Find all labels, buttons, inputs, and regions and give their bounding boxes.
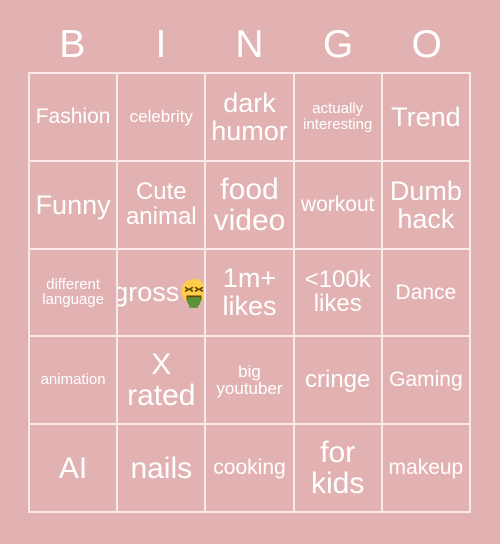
bingo-cell-label: X rated [127, 348, 196, 413]
bingo-cell-label: for kids [311, 435, 365, 501]
header-letter-n: N [235, 22, 264, 66]
bingo-cell-label: Cute animal [125, 177, 197, 230]
bingo-cell-label: workout [300, 192, 375, 216]
bingo-card: B I N G O Fashion celebrity dark humor actu… [0, 0, 500, 544]
bingo-cell[interactable]: Gaming [382, 337, 471, 426]
bingo-cell[interactable]: Fashion [30, 74, 119, 162]
header-letter-o: O [411, 22, 442, 66]
bingo-cell-label: cringe [305, 365, 371, 393]
bingo-cell[interactable]: Funny [30, 161, 119, 250]
bingo-cell-label: nails [130, 451, 193, 485]
bingo-cell-label: dark humor [211, 87, 288, 146]
bingo-cell[interactable]: Dance [382, 249, 471, 338]
bingo-cell[interactable]: gross [118, 249, 207, 338]
bingo-cell-label: actually interesting [303, 100, 373, 133]
bingo-cell[interactable]: X rated [118, 337, 207, 426]
bingo-cell-label: big youtuber [216, 361, 283, 399]
bingo-cell[interactable]: AI [30, 425, 119, 513]
bingo-cell[interactable]: actually interesting [294, 74, 383, 162]
header-letter-b: B [59, 22, 86, 66]
bingo-cell-label: food video [213, 172, 286, 237]
header-letter-g: G [322, 22, 354, 66]
bingo-cell[interactable]: <100k likes [294, 249, 383, 338]
bingo-cell[interactable]: cooking [206, 425, 295, 513]
bingo-header: B I N G O [28, 18, 471, 70]
bingo-cell-label: gross [118, 277, 180, 308]
bingo-cell[interactable]: food video [206, 161, 295, 250]
bingo-cell-label: 1m+ likes [222, 263, 277, 322]
face-vomiting-icon [179, 278, 205, 309]
bingo-cell[interactable]: dark humor [206, 74, 295, 162]
bingo-cell-label: Gaming [389, 368, 463, 392]
bingo-cell[interactable]: animation [30, 337, 119, 426]
bingo-cell-label: <100k likes [304, 265, 371, 318]
bingo-cell[interactable]: cringe [294, 337, 383, 426]
bingo-cell-label: Dance [395, 280, 457, 304]
bingo-cell-label: different language [42, 275, 104, 309]
bingo-cell-label: Dumb hack [389, 175, 462, 234]
bingo-cell[interactable]: Cute animal [118, 161, 207, 250]
header-letter-i: I [155, 22, 167, 66]
bingo-grid: Fashion celebrity dark humor actually inter… [28, 72, 471, 513]
bingo-cell-label: Funny [35, 189, 111, 220]
bingo-cell-label: AI [58, 451, 88, 485]
bingo-cell[interactable]: Dumb hack [382, 161, 471, 250]
bingo-cell[interactable]: big youtuber [206, 337, 295, 426]
bingo-cell[interactable]: 1m+ likes [206, 249, 295, 338]
bingo-cell[interactable]: different language [30, 249, 119, 338]
bingo-cell-label: makeup [388, 456, 464, 480]
bingo-cell-label: Fashion [35, 104, 111, 128]
bingo-cell-label: animation [40, 371, 106, 389]
bingo-cell-label: cooking [213, 456, 286, 480]
bingo-cell-label: Trend [391, 101, 461, 132]
bingo-cell[interactable]: makeup [382, 425, 471, 513]
bingo-cell-label: celebrity [129, 107, 193, 127]
bingo-cell[interactable]: workout [294, 161, 383, 250]
bingo-cell[interactable]: celebrity [118, 74, 207, 162]
bingo-cell[interactable]: nails [118, 425, 207, 513]
bingo-cell[interactable]: for kids [294, 425, 383, 513]
bingo-cell[interactable]: Trend [382, 74, 471, 162]
